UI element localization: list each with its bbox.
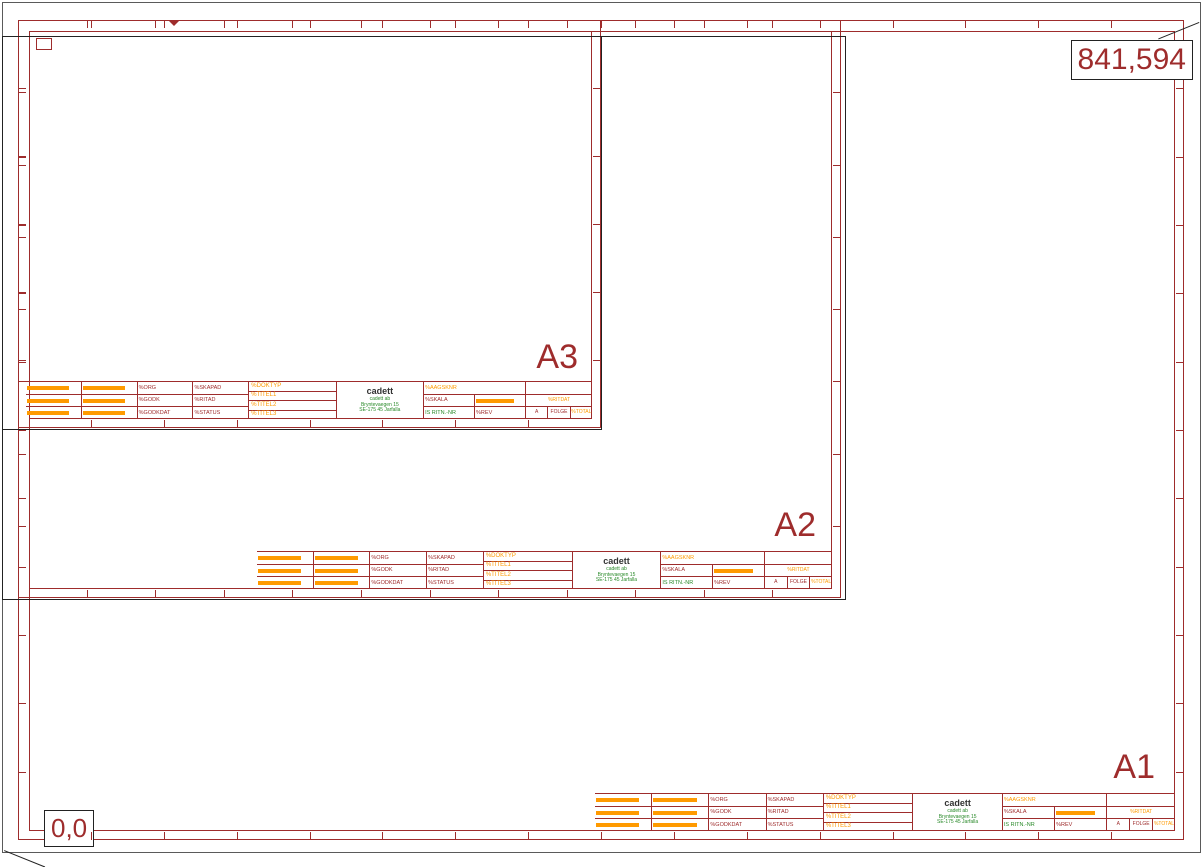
company-line3: SE-175 45 Jarfalla bbox=[937, 820, 978, 826]
doktyp: %DOKTYP bbox=[484, 552, 572, 561]
page-a: A bbox=[1107, 819, 1130, 831]
cell-ritad: %RITAD bbox=[427, 565, 483, 577]
titel1: %TITEL1 bbox=[484, 561, 572, 571]
cell-ritad: %RITAD bbox=[767, 807, 823, 819]
origin-coord-box: 0,0 bbox=[44, 810, 94, 847]
irev: %REV bbox=[1055, 819, 1106, 831]
page-folge: FOLGE bbox=[548, 407, 570, 419]
sheet-frame-a3: A3 %ORG %SKAPAD %GODK %RITAD %GODKDAT %S… bbox=[18, 20, 601, 428]
doktyp: %DOKTYP bbox=[249, 382, 335, 391]
company-line3: SE-175 45 Jarfalla bbox=[359, 408, 400, 414]
cell-status: %STATUS bbox=[767, 819, 823, 831]
corner-mark-icon bbox=[36, 38, 52, 50]
logo-block: cadett cadett ab Bryntevaegen 15 SE-175 … bbox=[337, 382, 424, 419]
doktyp: %DOKTYP bbox=[824, 794, 913, 803]
cell-godk: %GODK bbox=[138, 395, 194, 407]
is-ritn-nr: IS RITN.-NR bbox=[424, 407, 475, 419]
title-stack: %DOKTYP %TITEL1 %TITEL2 %TITEL3 bbox=[249, 382, 336, 419]
sheet-label-a1: A1 bbox=[1113, 748, 1155, 787]
title-stack: %DOKTYP %TITEL1 %TITEL2 %TITEL3 bbox=[824, 794, 914, 831]
titel2: %TITEL2 bbox=[484, 570, 572, 580]
titel3: %TITEL3 bbox=[484, 580, 572, 590]
iaagsknr: %AAGSKNR bbox=[1003, 794, 1106, 806]
iritdat: %RITDAT bbox=[526, 395, 592, 407]
cell-godkdat: %GODKDAT bbox=[709, 819, 766, 831]
sheet-inner-a3 bbox=[29, 31, 592, 419]
pagecol: %RITDAT A FOLGE %TOTAL bbox=[1107, 794, 1175, 831]
irev: %REV bbox=[713, 577, 764, 589]
pagecol: %RITDAT A FOLGE %TOTAL bbox=[526, 382, 592, 419]
titel3: %TITEL3 bbox=[824, 822, 913, 832]
drawing-number-block: %AAGSKNR %SKALA IS RITN.-NR %REV bbox=[661, 552, 765, 589]
is-ritn-nr: IS RITN.-NR bbox=[1003, 819, 1055, 831]
titleblock-a1: %ORG %SKAPAD %GODK %RITAD %GODKDAT %STAT… bbox=[595, 793, 1175, 831]
pagecol: %RITDAT A FOLGE %TOTAL bbox=[765, 552, 832, 589]
titel3: %TITEL3 bbox=[249, 410, 335, 420]
page-folge: FOLGE bbox=[1130, 819, 1153, 831]
titel2: %TITEL2 bbox=[824, 812, 913, 822]
page-folge: FOLGE bbox=[788, 577, 811, 589]
titleblock-a2: %ORG %SKAPAD %GODK %RITAD %GODKDAT %STAT… bbox=[257, 551, 832, 589]
cell-skapad: %SKAPAD bbox=[767, 794, 823, 806]
sheet-label-a3: A3 bbox=[536, 338, 578, 377]
titel1: %TITEL1 bbox=[249, 391, 335, 401]
iritdat: %RITDAT bbox=[765, 565, 832, 577]
rev-table: %ORG %SKAPAD %GODK %RITAD %GODKDAT %STAT… bbox=[257, 552, 484, 589]
iskala: %SKALA bbox=[661, 565, 713, 577]
titleblock-a3: %ORG %SKAPAD %GODK %RITAD %GODKDAT %STAT… bbox=[26, 381, 592, 419]
cell-godk: %GODK bbox=[709, 807, 766, 819]
titel1: %TITEL1 bbox=[824, 803, 913, 813]
cell-ritad: %RITAD bbox=[193, 395, 248, 407]
iskala: %SKALA bbox=[424, 395, 475, 407]
page-a: A bbox=[526, 407, 548, 419]
cell-status: %STATUS bbox=[427, 577, 483, 589]
rev-table: %ORG %SKAPAD %GODK %RITAD %GODKDAT %STAT… bbox=[595, 794, 824, 831]
company-line3: SE-175 45 Jarfalla bbox=[596, 578, 637, 584]
titel2: %TITEL2 bbox=[249, 400, 335, 410]
cell-skapad: %SKAPAD bbox=[427, 552, 483, 564]
drawing-number-block: %AAGSKNR %SKALA IS RITN.-NR %REV bbox=[1003, 794, 1107, 831]
page-a: A bbox=[765, 577, 788, 589]
is-ritn-nr: IS RITN.-NR bbox=[661, 577, 713, 589]
cell-org: %ORG bbox=[709, 794, 766, 806]
irev: %REV bbox=[475, 407, 525, 419]
centering-mark-icon bbox=[169, 21, 179, 26]
iritdat: %RITDAT bbox=[1107, 807, 1175, 819]
cell-godk: %GODK bbox=[370, 565, 427, 577]
logo-block: cadett cadett ab Bryntevaegen 15 SE-175 … bbox=[913, 794, 1003, 831]
cell-status: %STATUS bbox=[193, 407, 248, 419]
iaagsknr: %AAGSKNR bbox=[661, 552, 764, 564]
title-stack: %DOKTYP %TITEL1 %TITEL2 %TITEL3 bbox=[484, 552, 573, 589]
rev-table: %ORG %SKAPAD %GODK %RITAD %GODKDAT %STAT… bbox=[26, 382, 249, 419]
cell-godkdat: %GODKDAT bbox=[370, 577, 427, 589]
page-total: %TOTAL bbox=[571, 407, 592, 419]
page-total: %TOTAL bbox=[1153, 819, 1175, 831]
logo-block: cadett cadett ab Bryntevaegen 15 SE-175 … bbox=[573, 552, 662, 589]
drawing-number-block: %AAGSKNR %SKALA IS RITN.-NR %REV bbox=[424, 382, 526, 419]
cell-org: %ORG bbox=[138, 382, 194, 394]
cell-org: %ORG bbox=[370, 552, 427, 564]
iaagsknr: %AAGSKNR bbox=[424, 382, 525, 394]
page-total: %TOTAL bbox=[810, 577, 832, 589]
iskala: %SKALA bbox=[1003, 807, 1055, 819]
extent-coord-box: 841,594 bbox=[1071, 40, 1193, 80]
cell-skapad: %SKAPAD bbox=[193, 382, 248, 394]
cell-godkdat: %GODKDAT bbox=[138, 407, 194, 419]
sheet-label-a2: A2 bbox=[774, 506, 816, 545]
